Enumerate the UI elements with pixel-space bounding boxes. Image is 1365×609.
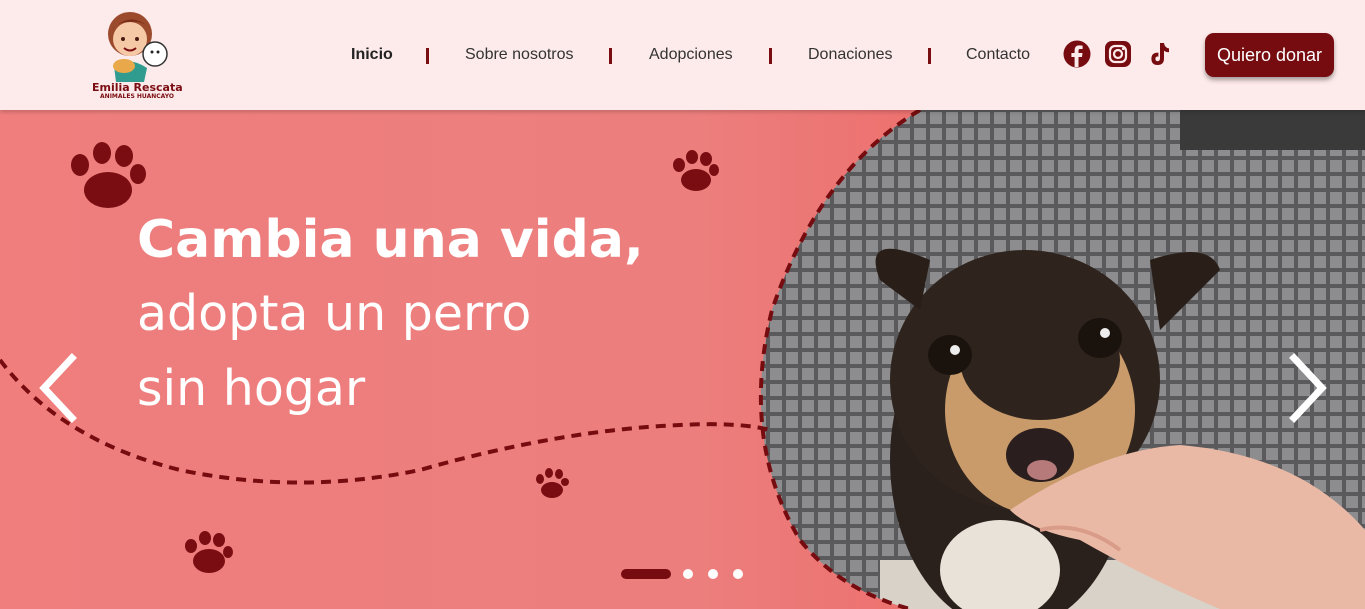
nav-separator: [426, 48, 429, 64]
carousel-indicators: [621, 569, 743, 579]
carousel-next-arrow-icon[interactable]: [1282, 352, 1332, 424]
carousel-dot-1[interactable]: [621, 569, 671, 579]
tiktok-icon[interactable]: [1145, 40, 1173, 68]
nav-item-adopciones[interactable]: Adopciones: [649, 44, 733, 66]
hero-headline-line3: sin hogar: [137, 360, 366, 417]
hero-headline-line1: Cambia una vida,: [137, 210, 644, 270]
brand-tagline: ANIMALES HUANCAYO: [100, 93, 174, 100]
nav-separator: [609, 48, 612, 64]
nav-item-sobre-nosotros[interactable]: Sobre nosotros: [465, 44, 574, 66]
nav-item-contacto[interactable]: Contacto: [966, 44, 1030, 66]
paw-print-icon: [673, 150, 719, 191]
site-header: Emilia Rescata ANIMALES HUANCAYO Inicio …: [0, 0, 1365, 110]
nav-separator: [928, 48, 931, 64]
donate-button[interactable]: Quiero donar: [1205, 33, 1334, 77]
nav-item-donaciones[interactable]: Donaciones: [808, 44, 893, 66]
hero-headline-line2: adopta un perro: [137, 285, 532, 342]
carousel-dot-4[interactable]: [733, 569, 743, 579]
instagram-icon[interactable]: [1104, 40, 1132, 68]
carousel-dot-2[interactable]: [683, 569, 693, 579]
brand-name: Emilia Rescata: [92, 81, 183, 94]
hero-carousel: Cambia una vida, adopta un perro sin hog…: [0, 110, 1365, 609]
dog-photo: [760, 110, 1365, 609]
facebook-icon[interactable]: [1063, 40, 1091, 68]
carousel-dot-3[interactable]: [708, 569, 718, 579]
paw-print-icon: [71, 142, 146, 208]
paw-print-icon: [185, 531, 233, 573]
nav-item-inicio[interactable]: Inicio: [351, 44, 393, 66]
paw-print-icon: [536, 468, 569, 498]
carousel-prev-arrow-icon[interactable]: [34, 352, 84, 424]
nav-separator: [769, 48, 772, 64]
